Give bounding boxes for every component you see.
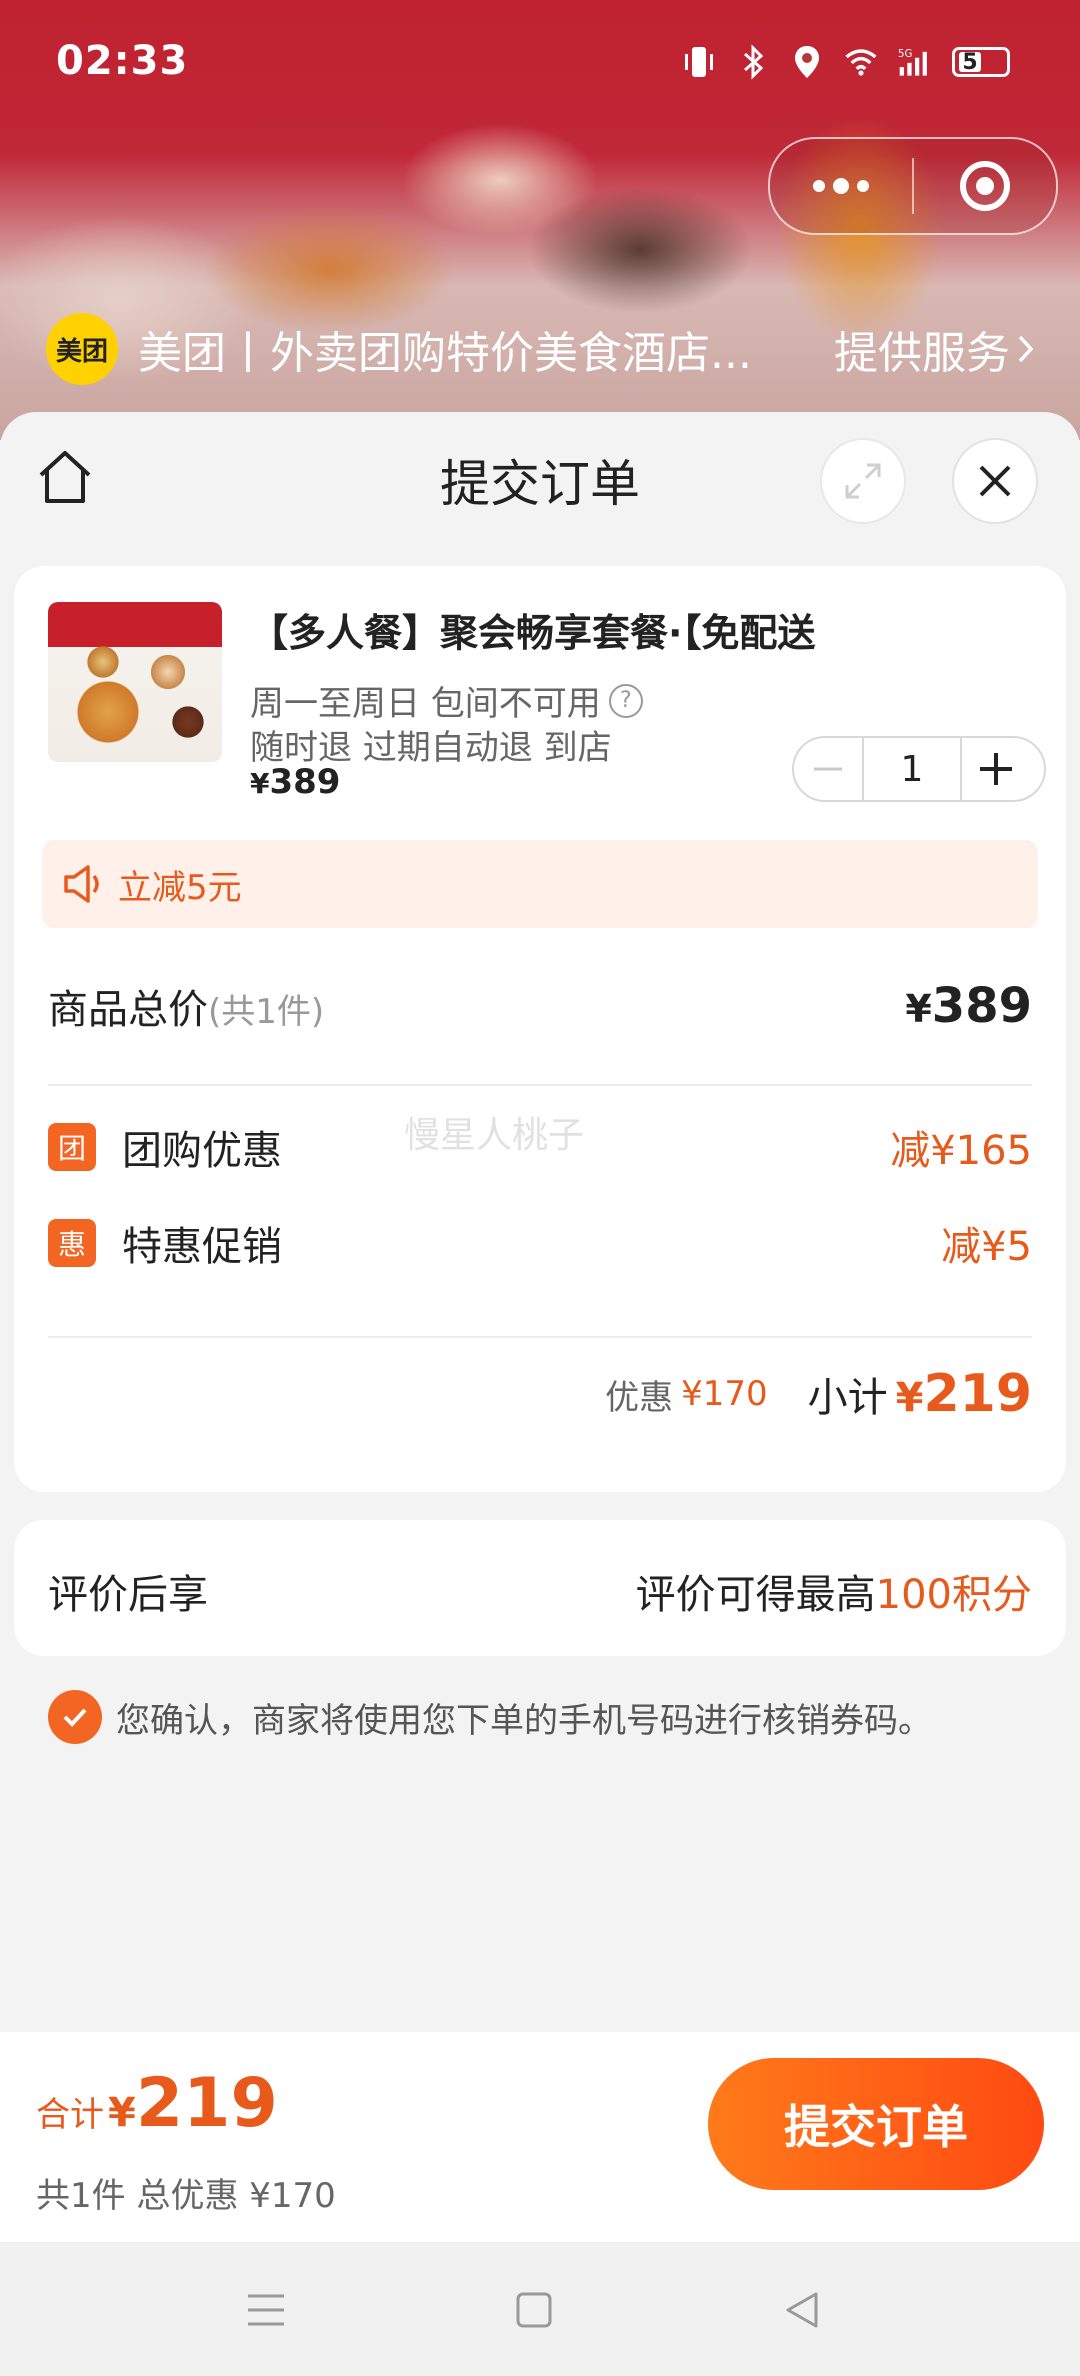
target-icon — [960, 161, 1010, 211]
promo-label: 特惠促销 — [122, 1224, 282, 1270]
app-name[interactable]: 美团丨外卖团购特价美食酒店... — [138, 317, 834, 381]
price-value: 389 — [269, 762, 341, 802]
check-icon — [63, 1708, 87, 1727]
subtotal-value: ¥219 — [896, 1364, 1032, 1424]
product-availability: 周一至周日 包间不可用 ? — [250, 676, 643, 725]
back-triangle-icon — [786, 2292, 818, 2328]
more-menu-button[interactable] — [770, 139, 912, 233]
review-points: 100积分 — [875, 1572, 1032, 1618]
question-icon[interactable]: ? — [608, 683, 643, 718]
menu-icon — [248, 2294, 284, 2326]
goods-total-value: ¥389 — [905, 978, 1032, 1034]
service-link-label: 提供服务 — [834, 328, 1010, 379]
subtotal-currency: ¥ — [895, 1375, 924, 1421]
promo-value: 减¥165 — [890, 1128, 1032, 1174]
status-bar: 02:33 5G 5 — [0, 0, 1080, 130]
increase-button[interactable] — [962, 738, 1030, 800]
signal-5g-icon: 5G — [898, 44, 932, 80]
order-card: 【多人餐】聚会畅享套餐·【免配送 周一至周日 包间不可用 ? 随时退 过期自动退… — [14, 566, 1066, 1492]
review-reward-card[interactable]: 评价后享 评价可得最高100积分 — [14, 1520, 1066, 1656]
chevron-right-icon — [1018, 335, 1034, 363]
review-reward: 评价可得最高100积分 — [636, 1562, 1032, 1620]
availability-text: 周一至周日 包间不可用 — [250, 684, 601, 724]
goods-total-title: 商品总价 — [48, 987, 208, 1033]
discount-value: ¥170 — [681, 1374, 768, 1414]
decrease-button[interactable] — [794, 738, 862, 800]
close-miniprogram-button[interactable] — [914, 139, 1056, 233]
quantity-stepper: 1 — [792, 736, 1046, 802]
discount-text: 立减5元 — [118, 867, 242, 908]
battery-icon: 5 — [952, 47, 1010, 77]
minus-icon — [814, 767, 842, 771]
service-provider-link[interactable]: 提供服务 — [834, 317, 1036, 381]
close-button[interactable] — [952, 438, 1038, 524]
total-value: 219 — [135, 2064, 278, 2143]
app-bar: 美团 美团丨外卖团购特价美食酒店... 提供服务 — [46, 312, 1036, 386]
total-summary: 共1件 总优惠 ¥170 — [36, 2176, 336, 2216]
wifi-icon — [844, 44, 878, 80]
speaker-icon — [58, 859, 108, 909]
promo-label: 团购优惠 — [122, 1128, 282, 1174]
confirm-checkbox[interactable] — [48, 1690, 102, 1744]
total-line: 合计 ¥ 219 — [36, 2064, 278, 2143]
special-offer-badge: 惠 — [48, 1219, 96, 1267]
subtotal-label: 小计 — [807, 1375, 888, 1421]
expand-button[interactable] — [820, 438, 906, 524]
miniprogram-capsule — [768, 137, 1058, 235]
checkout-bar: 合计 ¥ 219 共1件 总优惠 ¥170 提交订单 — [0, 2032, 1080, 2242]
square-icon — [516, 2292, 552, 2328]
subtotal-row: 优惠 ¥170 小计 ¥219 — [48, 1354, 1032, 1434]
more-dots-icon — [813, 178, 869, 194]
goods-total-label: 商品总价(共1件) — [48, 977, 324, 1035]
discount-label: 优惠 — [605, 1377, 674, 1418]
home-nav-button[interactable] — [502, 2278, 566, 2342]
battery-level: 5 — [959, 50, 981, 75]
menu-nav-button[interactable] — [234, 2278, 298, 2342]
page-title: 提交订单 — [440, 455, 640, 513]
status-icons: 5G 5 — [682, 44, 1010, 80]
meituan-logo: 美团 — [46, 313, 118, 385]
divider — [48, 1084, 1032, 1086]
location-icon — [790, 44, 824, 80]
system-nav-bar — [0, 2242, 1080, 2376]
quantity-value[interactable]: 1 — [862, 738, 962, 800]
goods-total-row: 商品总价(共1件) ¥389 — [48, 966, 1032, 1046]
product-title[interactable]: 【多人餐】聚会畅享套餐·【免配送 — [250, 602, 1050, 657]
expand-icon — [845, 463, 881, 499]
goods-count: (共1件) — [208, 992, 325, 1032]
promo-row-group-buy: 团 团购优惠 减¥165 — [48, 1112, 1032, 1182]
vibrate-icon — [682, 44, 716, 80]
confirm-text: 您确认，商家将使用您下单的手机号码进行核销券码。 — [116, 1700, 932, 1741]
review-label: 评价后享 — [48, 1572, 208, 1618]
bluetooth-icon — [736, 44, 770, 80]
confirm-row: 您确认，商家将使用您下单的手机号码进行核销券码。 — [48, 1690, 932, 1744]
total-label: 合计 — [36, 2095, 104, 2135]
subtotal-amount: 219 — [923, 1364, 1032, 1424]
sheet-header: 提交订单 — [0, 412, 1080, 542]
promo-value: 减¥5 — [941, 1224, 1032, 1270]
divider — [48, 1336, 1032, 1338]
discount-banner: 立减5元 — [42, 840, 1038, 928]
plus-icon — [980, 753, 1012, 785]
promo-row-special: 惠 特惠促销 减¥5 — [48, 1208, 1032, 1278]
price-currency: ¥ — [250, 767, 270, 800]
group-buy-badge: 团 — [48, 1123, 96, 1171]
status-time: 02:33 — [56, 38, 189, 84]
product-price: ¥389 — [250, 762, 340, 802]
total-currency: ¥ — [108, 2090, 136, 2136]
review-reward-text: 评价可得最高 — [635, 1572, 876, 1618]
close-icon — [979, 465, 1011, 497]
goods-total-amount: 389 — [931, 978, 1032, 1034]
goods-total-currency: ¥ — [905, 987, 932, 1031]
product-image[interactable] — [48, 602, 222, 762]
svg-text:5G: 5G — [898, 49, 912, 60]
back-nav-button[interactable] — [770, 2278, 834, 2342]
submit-order-button[interactable]: 提交订单 — [708, 2058, 1044, 2190]
